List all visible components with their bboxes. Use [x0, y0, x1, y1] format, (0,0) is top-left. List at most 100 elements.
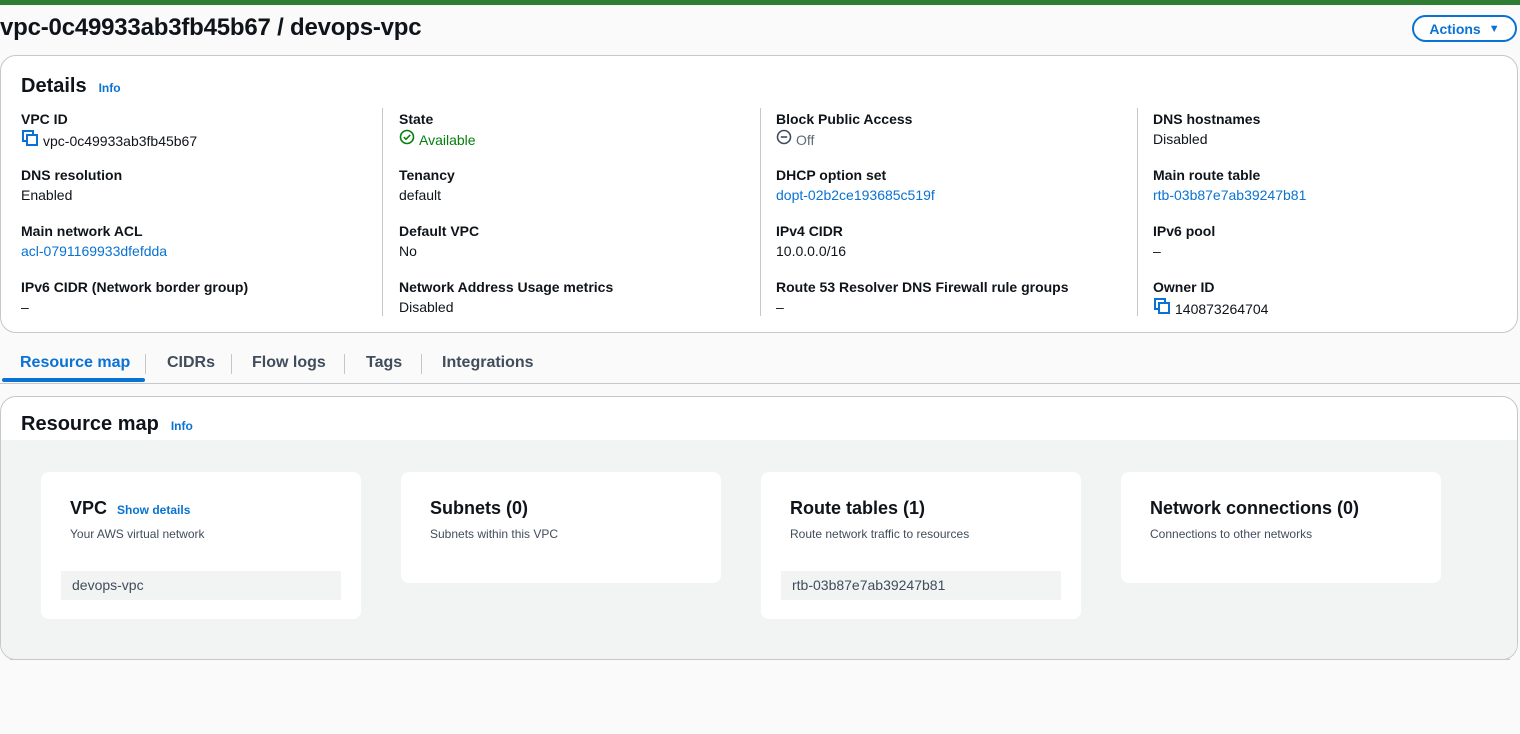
vpc-node: VPC Show details Your AWS virtual networ…	[41, 472, 361, 619]
field-main-network-acl: Main network ACL acl-0791169933dfefdda	[21, 221, 248, 277]
route-table-item[interactable]: rtb-03b87e7ab39247b81	[781, 571, 1061, 600]
field-label: Main route table	[1153, 167, 1261, 183]
details-title: Details	[21, 75, 87, 97]
field-state: State Available	[399, 109, 613, 165]
page-title: vpc-0c49933ab3fb45b67 / devops-vpc	[0, 14, 422, 41]
field-value: Available	[399, 129, 613, 150]
check-circle-icon	[399, 129, 415, 150]
field-vpc-id: VPC ID vpc-0c49933ab3fb45b67	[21, 109, 248, 165]
vpc-id-value: vpc-0c49933ab3fb45b67	[43, 132, 198, 149]
field-main-route-table: Main route table rtb-03b87e7ab39247b81	[1153, 165, 1306, 221]
route-tables-node-title: Route tables (1)	[790, 498, 926, 518]
divider	[10, 659, 1510, 660]
field-label: IPv6 pool	[1153, 223, 1216, 239]
owner-id-value: 140873264704	[1175, 300, 1269, 317]
show-details-link[interactable]: Show details	[117, 503, 190, 517]
minus-circle-icon	[776, 129, 792, 150]
tab-flow-logs[interactable]: Flow logs	[252, 354, 326, 372]
resource-map-canvas: VPC Show details Your AWS virtual networ…	[1, 440, 1517, 659]
copy-icon[interactable]	[1153, 297, 1171, 320]
field-value: Disabled	[399, 299, 454, 315]
field-label: State	[399, 111, 434, 127]
field-value: Enabled	[21, 187, 73, 203]
field-ipv6-cidr: IPv6 CIDR (Network border group) –	[21, 277, 248, 333]
field-label: DHCP option set	[776, 167, 887, 183]
details-info-link[interactable]: Info	[99, 81, 121, 95]
field-label: Network Address Usage metrics	[399, 279, 614, 295]
resource-map-panel: Resource map Info VPC Show details Your …	[0, 396, 1518, 660]
network-acl-link[interactable]: acl-0791169933dfefdda	[21, 241, 248, 261]
field-label: DNS hostnames	[1153, 111, 1261, 127]
tab-cidrs[interactable]: CIDRs	[167, 354, 215, 372]
field-ipv4-cidr: IPv4 CIDR 10.0.0.0/16	[776, 221, 1069, 277]
field-nau-metrics: Network Address Usage metrics Disabled	[399, 277, 613, 333]
vpc-node-title: VPC	[70, 498, 108, 518]
field-value: 10.0.0.0/16	[776, 243, 847, 259]
tab-bar: Resource map CIDRs Flow logs Tags Integr…	[0, 348, 1520, 384]
details-panel: Details Info VPC ID vpc-0c49933ab3fb45b6…	[0, 55, 1518, 333]
field-value: default	[399, 187, 442, 203]
field-block-public-access: Block Public Access Off	[776, 109, 1069, 165]
tab-separator	[231, 354, 232, 374]
field-value: –	[1153, 243, 1161, 259]
subnets-node-title: Subnets (0)	[430, 498, 529, 518]
details-column-1: VPC ID vpc-0c49933ab3fb45b67 DNS resolut…	[21, 109, 248, 333]
field-label: VPC ID	[21, 111, 68, 127]
resource-map-title: Resource map	[21, 413, 159, 435]
field-label: Owner ID	[1153, 279, 1215, 295]
field-tenancy: Tenancy default	[399, 165, 613, 221]
top-accent-bar	[0, 0, 1520, 5]
resource-map-info-link[interactable]: Info	[171, 419, 193, 433]
details-column-3: Block Public Access Off DHCP option set …	[776, 109, 1069, 333]
field-label: DNS resolution	[21, 167, 123, 183]
field-value: 140873264704	[1153, 297, 1306, 320]
dhcp-option-set-link[interactable]: dopt-02b2ce193685c519f	[776, 185, 1069, 205]
column-divider	[382, 108, 383, 316]
field-value: vpc-0c49933ab3fb45b67	[21, 129, 248, 152]
vpc-node-subtitle: Your AWS virtual network	[70, 527, 205, 541]
tab-integrations[interactable]: Integrations	[442, 354, 534, 372]
field-value: No	[399, 243, 417, 259]
column-divider	[1137, 108, 1138, 316]
details-column-2: State Available Tenancy default Default …	[399, 109, 613, 333]
state-value: Available	[419, 131, 476, 148]
field-label: IPv4 CIDR	[776, 223, 843, 239]
field-label: Main network ACL	[21, 223, 143, 239]
field-value: Off	[776, 129, 1069, 150]
field-label: Block Public Access	[776, 111, 913, 127]
actions-button-label: Actions	[1429, 20, 1481, 37]
field-value: Disabled	[1153, 131, 1208, 147]
field-dns-hostnames: DNS hostnames Disabled	[1153, 109, 1306, 165]
subnets-node: Subnets (0) Subnets within this VPC	[401, 472, 721, 583]
details-column-4: DNS hostnames Disabled Main route table …	[1153, 109, 1306, 333]
route-tables-node: Route tables (1) Route network traffic t…	[761, 472, 1081, 619]
network-connections-node: Network connections (0) Connections to o…	[1121, 472, 1441, 583]
active-tab-indicator	[2, 378, 145, 382]
field-ipv6-pool: IPv6 pool –	[1153, 221, 1306, 277]
tab-separator	[421, 354, 422, 374]
tab-resource-map[interactable]: Resource map	[20, 354, 130, 372]
main-route-table-link[interactable]: rtb-03b87e7ab39247b81	[1153, 185, 1306, 205]
tab-separator	[145, 354, 146, 374]
block-public-access-value: Off	[796, 131, 815, 148]
field-dns-firewall-rule-groups: Route 53 Resolver DNS Firewall rule grou…	[776, 277, 1069, 333]
route-tables-node-subtitle: Route network traffic to resources	[790, 527, 970, 541]
field-label: Default VPC	[399, 223, 480, 239]
field-dhcp-option-set: DHCP option set dopt-02b2ce193685c519f	[776, 165, 1069, 221]
vpc-item[interactable]: devops-vpc	[61, 571, 341, 600]
field-label: Route 53 Resolver DNS Firewall rule grou…	[776, 279, 1069, 295]
field-dns-resolution: DNS resolution Enabled	[21, 165, 248, 221]
actions-button[interactable]: Actions ▼	[1412, 15, 1517, 42]
tab-separator	[344, 354, 345, 374]
network-connections-node-title: Network connections (0)	[1150, 498, 1360, 518]
field-default-vpc: Default VPC No	[399, 221, 613, 277]
caret-down-icon: ▼	[1488, 22, 1500, 35]
field-label: Tenancy	[399, 167, 455, 183]
field-value: –	[21, 299, 29, 315]
field-label: IPv6 CIDR (Network border group)	[21, 279, 249, 295]
field-owner-id: Owner ID 140873264704	[1153, 277, 1306, 333]
copy-icon[interactable]	[21, 129, 39, 152]
column-divider	[760, 108, 761, 316]
field-value: –	[776, 299, 784, 315]
tab-tags[interactable]: Tags	[366, 354, 402, 372]
